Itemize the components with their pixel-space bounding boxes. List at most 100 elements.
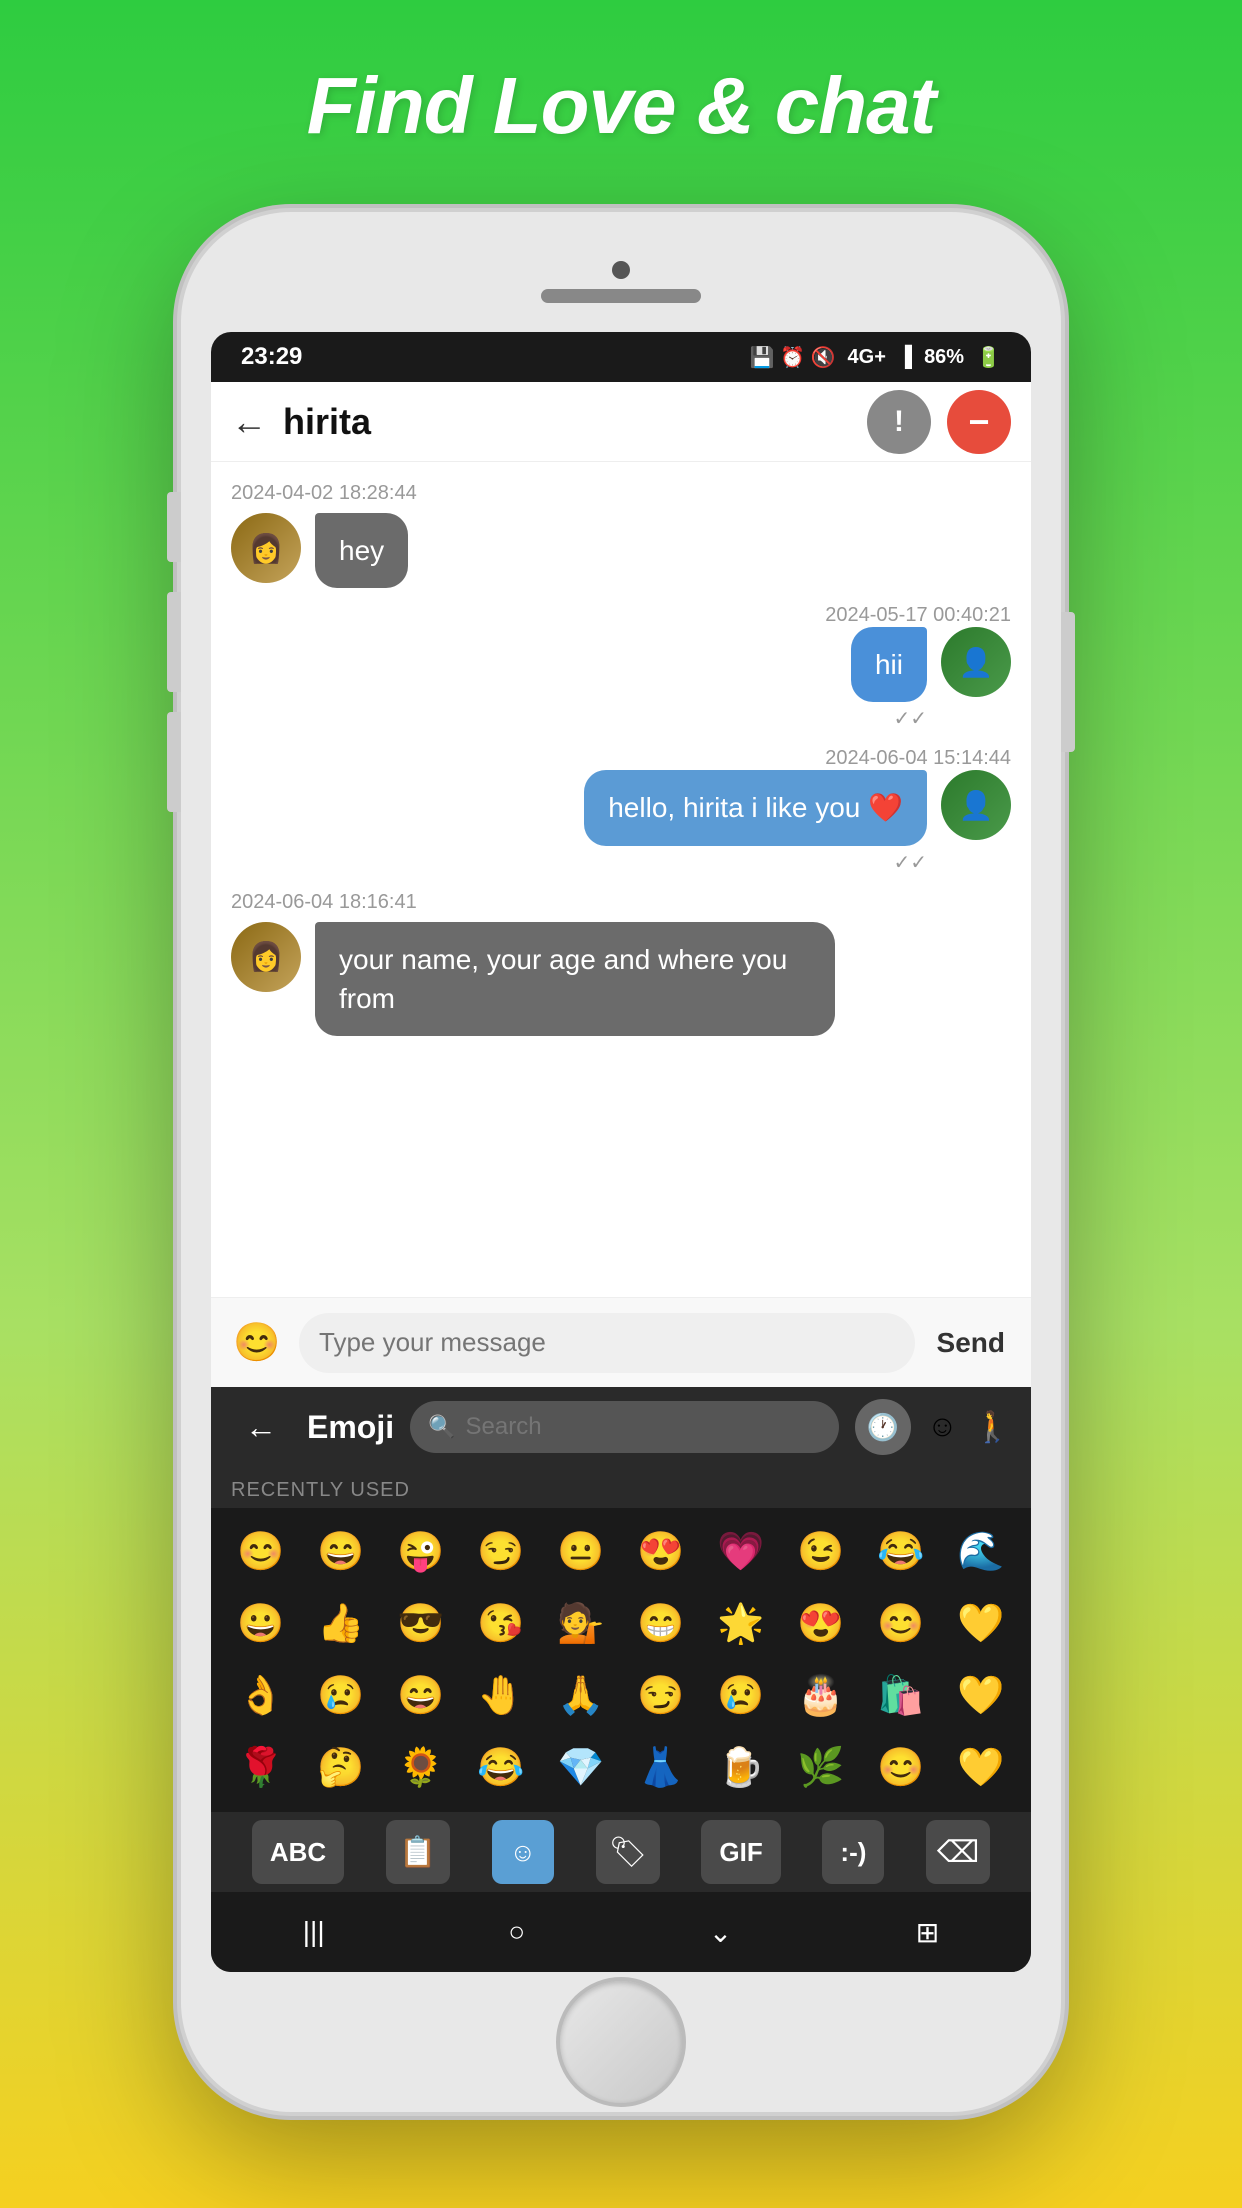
msg-timestamp-4: 2024-06-04 18:16:41 [231,891,1011,914]
abc-button[interactable]: ABC [252,1820,344,1884]
nav-back-button[interactable]: ||| [303,1916,325,1948]
info-button[interactable]: ! [867,390,931,454]
emoji-cell[interactable]: 💎 [541,1732,621,1804]
emoji-cell[interactable]: 😊 [861,1732,941,1804]
nav-grid-button[interactable]: ⊞ [916,1916,939,1949]
emoji-toolbar: ← Emoji 🔍 🕐 ☺ 🚶 [211,1387,1031,1467]
emoji-cell[interactable]: 👌 [221,1660,301,1732]
emoji-cell[interactable]: 💁 [541,1588,621,1660]
avatar-me-3: 👤 [941,770,1011,840]
emoji-cell[interactable]: 😊 [221,1516,301,1588]
emoji-cell[interactable]: 🤔 [301,1732,381,1804]
emoji-cell[interactable]: 🤚 [461,1660,541,1732]
emoji-cell[interactable]: 🛍️ [861,1660,941,1732]
msg-check-2: ✓✓ [893,706,927,731]
emoji-cell[interactable]: 😄 [301,1516,381,1588]
emoji-cell[interactable]: 💛 [941,1588,1021,1660]
emoji-cell[interactable]: 😢 [301,1660,381,1732]
nav-home-button[interactable]: ○ [508,1916,525,1948]
emoji-button[interactable]: ☺ [492,1820,555,1884]
emoji-cell[interactable]: 😂 [461,1732,541,1804]
emoji-cell[interactable]: 🌟 [701,1588,781,1660]
emoji-cell[interactable]: 🌿 [781,1732,861,1804]
message-input[interactable] [299,1313,915,1373]
message-group-2: 2024-05-17 00:40:21 👤 hii ✓✓ [231,604,1011,731]
status-icons: 💾 ⏰ 🔇 [750,345,836,370]
power-button[interactable] [1061,612,1075,752]
emoji-cell[interactable]: 😁 [621,1588,701,1660]
message-row-1: 👩 hey [231,513,1011,588]
battery-icon: 🔋 [976,345,1001,370]
recently-used-button[interactable]: 🕐 [855,1399,911,1455]
emoji-cell[interactable]: 💗 [701,1516,781,1588]
clipboard-button[interactable]: 📋 [386,1820,450,1884]
bubble-sent-3: hello, hirita i like you ❤️ [584,770,927,845]
recently-used-label: RECENTLY USED [211,1467,1031,1508]
emoji-picker-button[interactable]: 😊 [227,1313,287,1373]
emoji-cell[interactable]: 😍 [621,1516,701,1588]
msg-timestamp-2: 2024-05-17 00:40:21 [825,604,1011,626]
search-icon: 🔍 [428,1414,455,1440]
emoji-cell[interactable]: 👗 [621,1732,701,1804]
chat-header: ← hirita ! − [211,382,1031,462]
emoji-keyboard: ← Emoji 🔍 🕐 ☺ 🚶 RECENTLY USED 😊😄😜😏😐😍💗😉😂🌊… [211,1387,1031,1972]
emoji-cell[interactable]: 🙏 [541,1660,621,1732]
app-title: Find Love & chat [307,60,936,152]
emoji-cell[interactable]: 😘 [461,1588,541,1660]
emoji-cell[interactable]: 😀 [221,1588,301,1660]
msg-timestamp-3: 2024-06-04 15:14:44 [825,747,1011,769]
emoji-cell[interactable]: 😊 [861,1588,941,1660]
emoji-cell[interactable]: 🌹 [221,1732,301,1804]
status-right: 💾 ⏰ 🔇 4G+ ▐ 86% 🔋 [750,345,1001,370]
person-tab[interactable]: 🚶 [974,1410,1011,1445]
emoji-cell[interactable]: 🌻 [381,1732,461,1804]
message-group-4: 2024-06-04 18:16:41 👩 your name, your ag… [231,891,1011,1036]
chat-area: 2024-04-02 18:28:44 👩 hey 2024-05-17 00:… [211,462,1031,1297]
home-button[interactable] [556,1977,686,2107]
emoji-cell[interactable]: 😍 [781,1588,861,1660]
message-row-3: 👤 hello, hirita i like you ❤️ ✓✓ [231,770,1011,874]
emoji-cell[interactable]: 🎂 [781,1660,861,1732]
block-button[interactable]: − [947,390,1011,454]
sticker-button[interactable]: 🏷 [596,1820,660,1884]
message-group-3: 2024-06-04 15:14:44 👤 hello, hirita i li… [231,747,1011,874]
emoji-cell[interactable]: 😏 [461,1516,541,1588]
nav-bar: ||| ○ ⌄ ⊞ [211,1892,1031,1972]
message-input-bar: 😊 Send [211,1297,1031,1387]
emoji-cell[interactable]: 💛 [941,1732,1021,1804]
emoji-cell[interactable]: 😉 [781,1516,861,1588]
emoji-cell[interactable]: 😎 [381,1588,461,1660]
emoji-cell[interactable]: 😜 [381,1516,461,1588]
emoji-cell[interactable]: 👍 [301,1588,381,1660]
smiley-tab[interactable]: ☺ [927,1410,958,1444]
emoji-cell[interactable]: 😏 [621,1660,701,1732]
volume-mute-button[interactable] [167,492,181,562]
emoji-cell[interactable]: 😐 [541,1516,621,1588]
send-button[interactable]: Send [927,1327,1015,1359]
volume-down-button[interactable] [167,712,181,812]
status-network: 4G+ [848,346,886,369]
message-row-4: 👩 your name, your age and where you from [231,922,1011,1036]
gif-button[interactable]: GIF [701,1820,780,1884]
emoji-back-button[interactable]: ← [231,1397,291,1457]
volume-up-button[interactable] [167,592,181,692]
emoji-title: Emoji [307,1409,394,1446]
emoji-cell[interactable]: 😄 [381,1660,461,1732]
front-camera [612,261,630,279]
emoji-cell[interactable]: 💛 [941,1660,1021,1732]
nav-recents-button[interactable]: ⌄ [709,1916,732,1949]
delete-button[interactable]: ⌫ [926,1820,990,1884]
msg-timestamp-1: 2024-04-02 18:28:44 [231,482,1011,505]
emoji-cell[interactable]: 😢 [701,1660,781,1732]
back-button[interactable]: ← [231,401,267,443]
bubble-sent-2: hii [851,627,927,702]
emoji-search-bar[interactable]: 🔍 [410,1401,839,1453]
emoji-cell[interactable]: 🍺 [701,1732,781,1804]
emoji-cell[interactable]: 🌊 [941,1516,1021,1588]
emoji-cell[interactable]: 😂 [861,1516,941,1588]
earpiece-speaker [541,289,701,303]
emoji-search-input[interactable] [466,1413,821,1441]
text-emoticon-button[interactable]: :-) [822,1820,884,1884]
status-signal-bars: ▐ [898,346,912,369]
emoji-grid: 😊😄😜😏😐😍💗😉😂🌊😀👍😎😘💁😁🌟😍😊💛👌😢😄🤚🙏😏😢🎂🛍️💛🌹🤔🌻😂💎👗🍺🌿😊… [211,1508,1031,1812]
